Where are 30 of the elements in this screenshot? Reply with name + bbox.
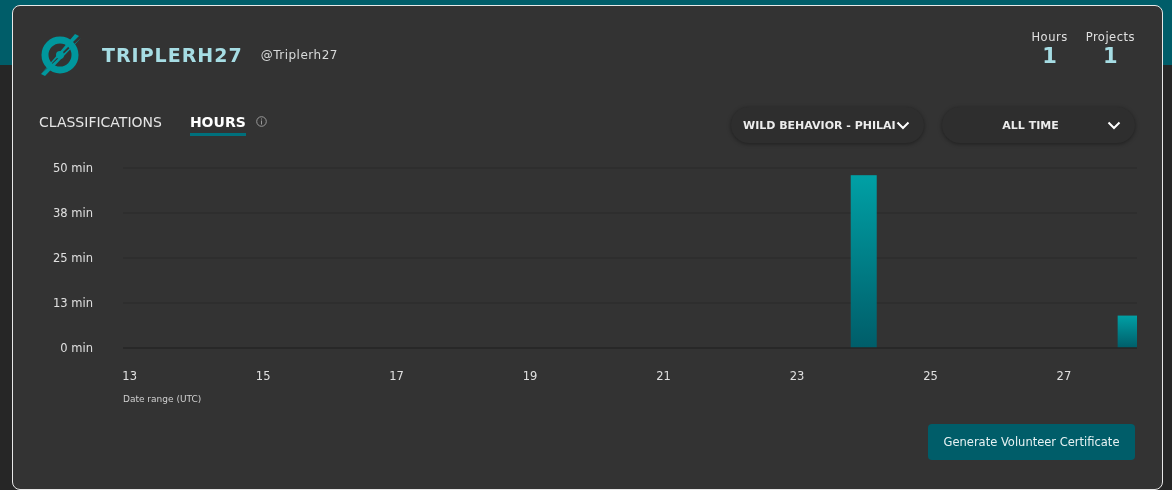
- stat-value: 1: [1042, 44, 1057, 68]
- filter-dropdown[interactable]: ALL TIME: [942, 107, 1135, 143]
- stat-label: Hours: [1031, 30, 1068, 44]
- generate-certificate-button[interactable]: Generate Volunteer Certificate: [928, 424, 1135, 460]
- filter-dropdown[interactable]: WILD BEHAVIOR - PHILAI: [731, 107, 924, 143]
- stat-label: Projects: [1085, 30, 1135, 44]
- y-axis-label: 13 min: [53, 296, 93, 310]
- chart-bar: [1117, 315, 1137, 348]
- x-axis-label: 15: [255, 369, 271, 383]
- y-axis-label: 38 min: [53, 206, 93, 220]
- y-axis-label: 25 min: [53, 251, 93, 265]
- chevron-down-icon: [896, 120, 910, 130]
- stat-value: 1: [1103, 44, 1118, 68]
- x-axis-label: 23: [789, 369, 805, 383]
- x-axis-label: 13: [122, 369, 137, 383]
- tab[interactable]: CLASSIFICATIONS: [39, 114, 162, 136]
- username: @Triplerh27: [260, 48, 338, 62]
- tab[interactable]: HOURS: [189, 114, 246, 136]
- logo-icon: [39, 34, 81, 76]
- y-axis-label: 0 min: [60, 341, 93, 355]
- display-name: TRIPLERH27: [102, 44, 243, 66]
- x-axis-label: 17: [389, 369, 404, 383]
- x-axis-label: 19: [522, 369, 538, 383]
- x-axis-label: 25: [923, 369, 938, 383]
- x-axis-label: 21: [656, 369, 671, 383]
- x-axis-label: 27: [1056, 369, 1072, 383]
- y-axis-label: 50 min: [53, 161, 93, 175]
- chevron-down-icon: [1107, 120, 1121, 130]
- info-icon[interactable]: [255, 116, 267, 127]
- x-axis-title: Date range (UTC): [123, 394, 202, 404]
